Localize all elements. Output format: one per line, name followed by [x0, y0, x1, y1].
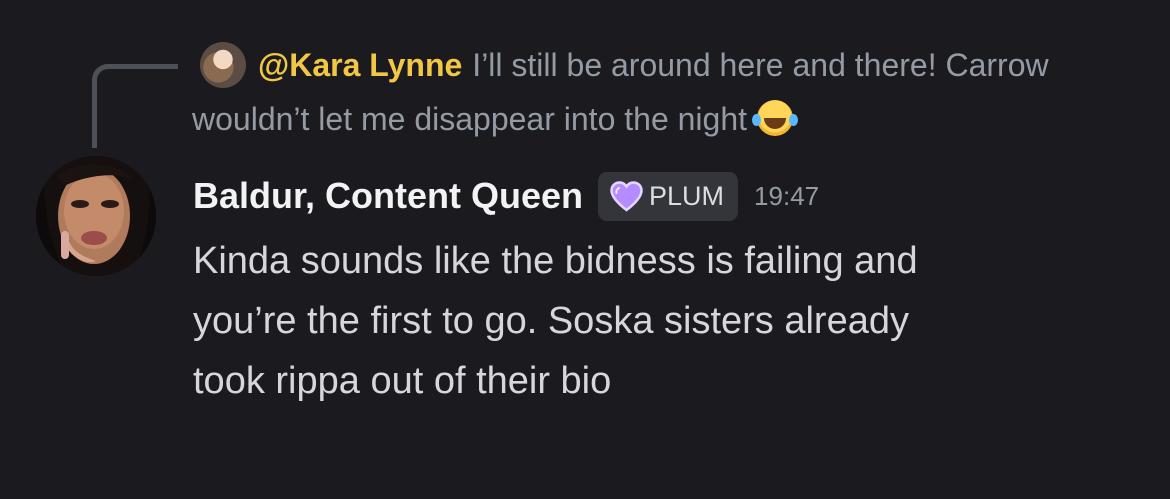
badge-label: PLUM: [649, 180, 725, 211]
avatar-image: [36, 156, 156, 276]
author-avatar[interactable]: [36, 156, 156, 276]
joy-emoji-icon: [752, 100, 794, 136]
message-timestamp: 19:47: [754, 180, 820, 211]
role-badge[interactable]: PLUM: [598, 171, 739, 221]
heart-icon: [610, 180, 643, 212]
reply-preview[interactable]: @Kara Lynne I’ll still be around here and…: [192, 38, 1142, 146]
reply-avatar[interactable]: [200, 42, 246, 88]
chat-message: @Kara Lynne I’ll still be around here and…: [0, 0, 1170, 499]
reply-author-name[interactable]: @Kara Lynne: [258, 47, 462, 83]
author-name[interactable]: Baldur, Content Queen: [193, 175, 583, 217]
message-content: Kinda sounds like the bidness is failing…: [193, 240, 918, 402]
reply-connector: [92, 64, 178, 148]
message-header: Baldur, Content Queen PLUM 19:47: [193, 171, 819, 221]
